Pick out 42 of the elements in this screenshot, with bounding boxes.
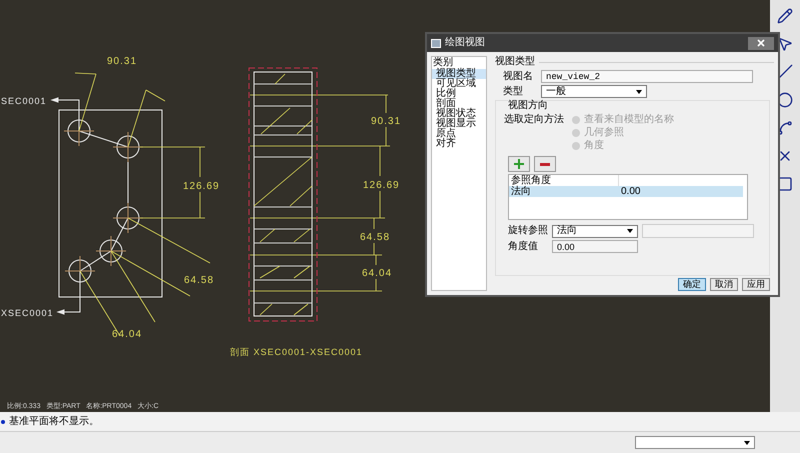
dimension-value: 64.04 [362,268,392,279]
category-item[interactable]: 可见区域 [432,79,486,89]
radio-label: 几何参照 [584,127,624,139]
section-label: XSEC0001 [1,308,54,318]
section-label: SEC0001 [1,96,47,106]
message-text: 基准平面将不显示。 [9,414,99,429]
dimension-value: 90.31 [371,116,402,127]
dialog-button[interactable]: 应用 [742,278,770,291]
section-caption: 剖面 XSEC0001-XSEC0001 [230,347,363,357]
table-cell-text: 法向 [510,186,532,198]
dimension-value: 90.31 [107,56,138,67]
method-label: 选取定向方法 [504,114,564,127]
radio-label: 角度 [584,140,604,152]
category-item[interactable]: 视图显示 [432,119,486,129]
dimension-value: 64.58 [184,275,214,286]
dialog-button[interactable]: 取消 [710,278,738,291]
field-label: 角度值 [508,240,539,252]
group-title: 视图方向 [507,100,549,112]
field-label: 视图名 [503,70,533,82]
category-item[interactable]: 视图状态 [432,109,486,119]
field-label: 旋转参照 [508,225,548,237]
dimension-value: 126.69 [363,180,400,191]
angle-field[interactable]: 0.00 [552,240,638,253]
type-select[interactable]: 一般 [541,85,647,98]
category-item[interactable]: 对齐 [432,139,486,149]
rotation-select[interactable]: 法向 [552,224,638,238]
dialog-title: 绘图视图 [445,37,485,49]
category-item[interactable]: 视图类型 [432,69,486,79]
field-label: 类型 [503,86,524,98]
view-name-field[interactable]: new_view_2 [541,70,753,83]
category-item[interactable]: 原点 [432,129,486,139]
category-heading: 类别 [432,58,454,68]
dimension-value: 64.04 [112,329,142,340]
section-title: 视图类型 [495,56,535,68]
category-item[interactable]: 比例 [432,89,486,99]
radio-label: 查看来自模型的名称 [584,114,674,126]
dialog-button[interactable]: 确定 [678,278,706,291]
table-row[interactable]: 法向 0.00 [509,186,743,197]
category-item[interactable]: 剖面 [432,99,486,109]
table-cell-text: 0.00 [620,186,642,198]
dimension-value: 64.58 [360,232,390,243]
dimension-value: 126.69 [183,181,220,192]
